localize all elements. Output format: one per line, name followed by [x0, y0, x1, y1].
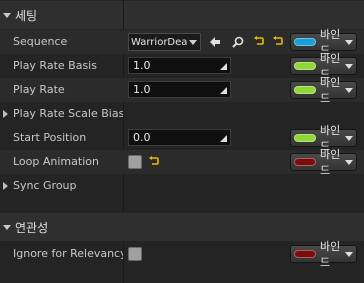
bind-dropdown[interactable]: 바인드	[290, 76, 357, 105]
chevron-down-icon	[189, 39, 197, 45]
expand-icon	[220, 63, 227, 70]
property-label: Sync Group	[13, 179, 77, 192]
pin-type-icon	[294, 134, 316, 142]
section-header-settings[interactable]: 세팅	[0, 1, 364, 29]
section-header-relevancy[interactable]: 연관성	[0, 213, 364, 241]
pin-type-icon	[294, 62, 316, 70]
expand-icon	[220, 87, 227, 94]
property-label: Sequence	[13, 35, 68, 48]
row-ignore-for-relevancy-test: Ignore for Relevancy Test 바인드	[0, 240, 364, 269]
row-start-position: Start Position 0.0 바인드	[0, 124, 364, 153]
chevron-down-icon	[345, 39, 353, 45]
sequence-asset-dropdown[interactable]: WarriorDeath	[128, 33, 201, 51]
play-rate-basis-field[interactable]: 1.0	[128, 57, 231, 74]
property-label: Loop Animation	[13, 155, 99, 168]
play-rate-field[interactable]: 1.0	[128, 81, 231, 98]
property-label: Play Rate Basis	[13, 59, 97, 72]
pin-type-icon	[294, 38, 316, 46]
field-value: 1.0	[133, 59, 151, 72]
reset-arrow-icon[interactable]	[253, 35, 265, 47]
reset-arrow-icon[interactable]	[272, 35, 284, 47]
chevron-down-icon	[345, 63, 353, 69]
property-label: Ignore for Relevancy Test	[13, 247, 123, 260]
row-loop-animation: Loop Animation 바인드	[0, 148, 364, 177]
expand-icon	[220, 135, 227, 142]
bind-label: 바인드	[320, 240, 341, 269]
row-play-rate-scale-bias-clamp[interactable]: Play Rate Scale Bias Clamp	[0, 102, 364, 126]
ignore-relevancy-checkbox[interactable]	[128, 247, 142, 261]
chevron-down-icon	[345, 87, 353, 93]
field-value: 1.0	[133, 83, 151, 96]
row-sequence: Sequence WarriorDeath 바인드	[0, 28, 364, 57]
bind-dropdown[interactable]: 바인드	[290, 240, 357, 269]
property-label: Start Position	[13, 131, 87, 144]
section-title: 연관성	[15, 220, 49, 235]
chevron-down-icon	[345, 251, 353, 257]
property-label: Play Rate Scale Bias Clamp	[13, 107, 123, 120]
row-play-rate-basis: Play Rate Basis 1.0 바인드	[0, 52, 364, 81]
reset-arrow-icon[interactable]	[148, 155, 160, 167]
bind-dropdown[interactable]: 바인드	[290, 28, 357, 57]
bind-dropdown[interactable]: 바인드	[290, 52, 357, 81]
bind-dropdown[interactable]: 바인드	[290, 148, 357, 177]
row-sync-group[interactable]: Sync Group	[0, 174, 364, 198]
chevron-down-icon	[3, 224, 11, 230]
section-title: 세팅	[15, 8, 38, 23]
left-arrow-icon[interactable]	[208, 35, 222, 49]
chevron-down-icon	[345, 135, 353, 141]
pin-type-icon	[294, 86, 316, 94]
pin-type-icon	[294, 158, 316, 166]
chevron-down-icon	[345, 159, 353, 165]
magnifier-icon[interactable]	[231, 35, 245, 49]
property-label: Play Rate	[13, 83, 65, 96]
asset-value: WarriorDeath	[131, 36, 187, 48]
start-position-field[interactable]: 0.0	[128, 129, 231, 146]
chevron-right-icon[interactable]	[3, 110, 8, 118]
row-play-rate: Play Rate 1.0 바인드	[0, 76, 364, 105]
loop-animation-checkbox[interactable]	[128, 155, 142, 169]
chevron-right-icon[interactable]	[3, 182, 8, 190]
pin-type-icon	[294, 250, 316, 258]
field-value: 0.0	[133, 131, 151, 144]
chevron-down-icon	[3, 12, 11, 18]
bind-dropdown[interactable]: 바인드	[290, 124, 357, 153]
